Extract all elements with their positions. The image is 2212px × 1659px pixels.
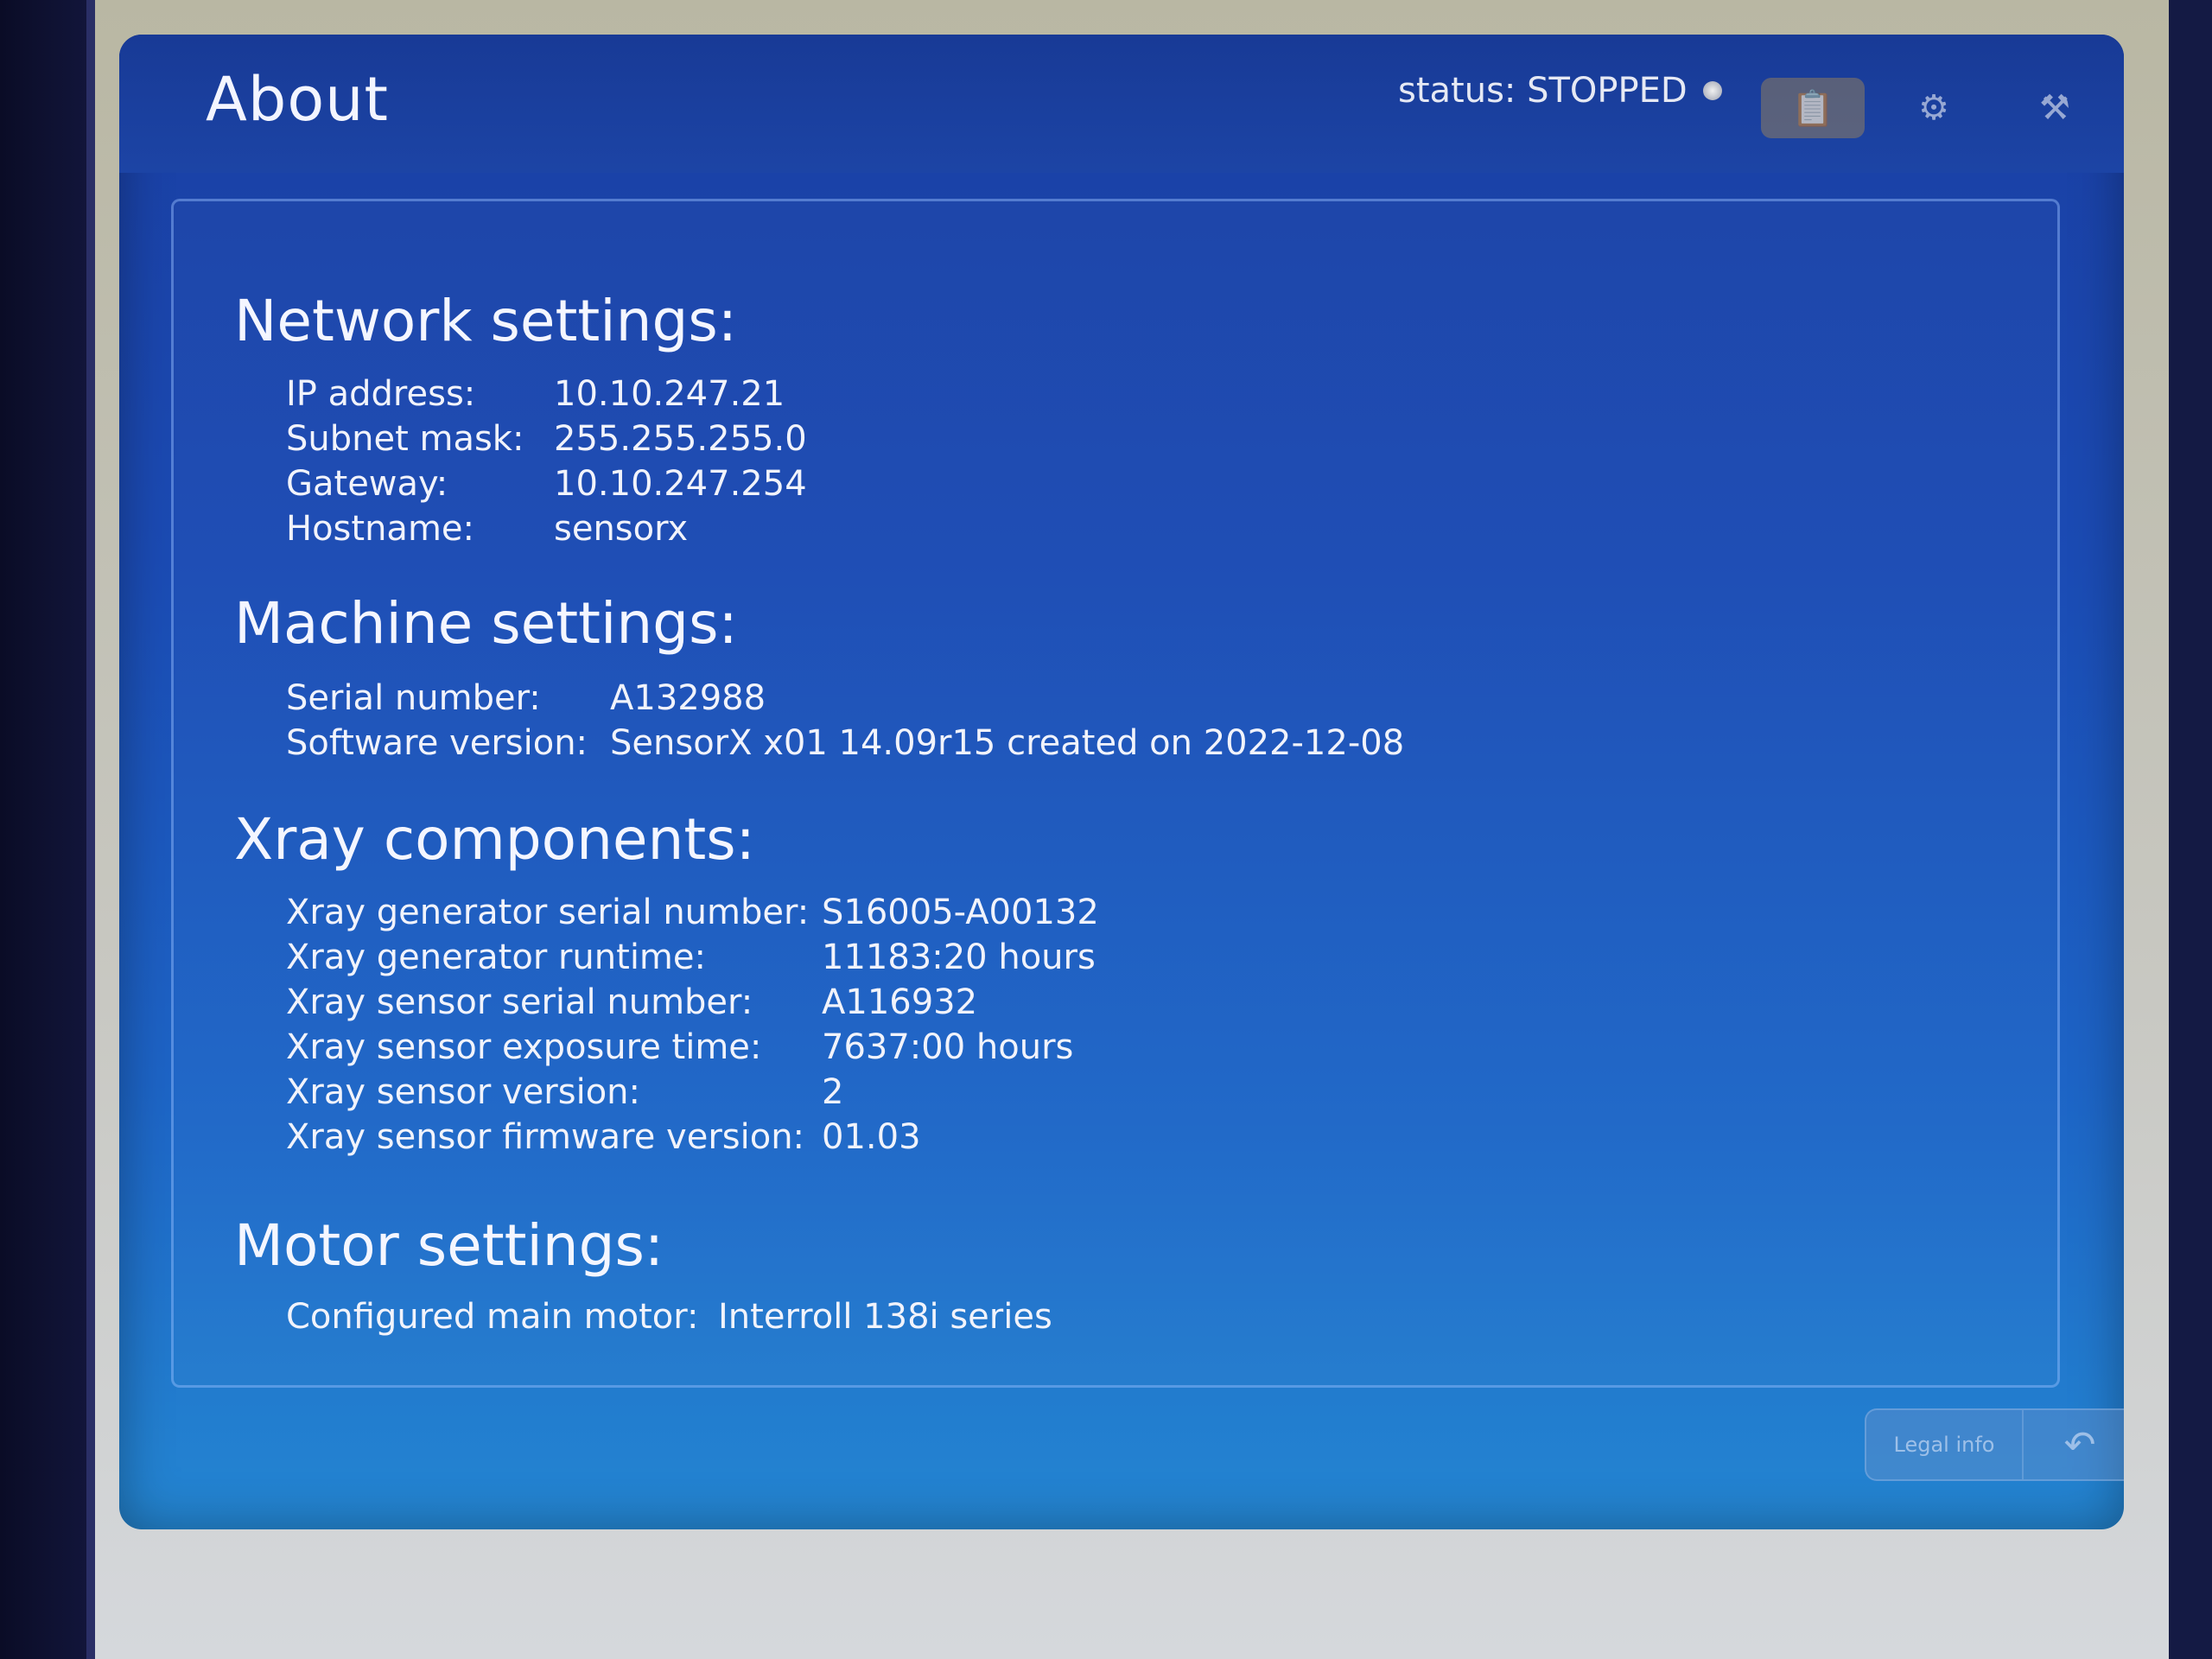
network-label: Gateway: (286, 464, 448, 504)
network-row: Subnet mask: 255.255.255.0 (286, 419, 807, 459)
clipboard-icon[interactable]: 📋 (1761, 78, 1865, 138)
xray-value: A116932 (822, 982, 978, 1022)
network-label: Subnet mask: (286, 419, 524, 459)
network-row: Gateway: 10.10.247.254 (286, 464, 807, 504)
machine-row: Serial number: A132988 (286, 678, 766, 718)
gear-icon[interactable]: ⚙ (1882, 78, 1986, 138)
legal-info-button[interactable]: Legal info (1866, 1410, 2024, 1479)
network-row: Hostname: sensorx (286, 509, 688, 549)
xray-row: Xray generator serial number: S16005-A00… (286, 893, 1099, 932)
motor-settings-title: Motor settings: (234, 1212, 664, 1279)
motor-row: Configured main motor: Interroll 138i se… (286, 1297, 1052, 1337)
network-value: 10.10.247.254 (554, 464, 807, 504)
network-value: 255.255.255.0 (554, 419, 807, 459)
status-indicator: status: STOPPED (1398, 71, 1722, 111)
xray-row: Xray generator runtime: 11183:20 hours (286, 938, 1096, 977)
motor-label: Configured main motor: (286, 1297, 699, 1337)
xray-value: 11183:20 hours (822, 938, 1096, 977)
network-label: IP address: (286, 374, 476, 414)
network-value: 10.10.247.21 (554, 374, 785, 414)
xray-value: 2 (822, 1072, 844, 1112)
xray-label: Xray sensor version: (286, 1072, 640, 1112)
machine-settings-title: Machine settings: (234, 590, 738, 657)
xray-row: Xray sensor version: 2 (286, 1072, 843, 1112)
page-title: About (206, 64, 389, 135)
xray-row: Xray sensor serial number: A116932 (286, 982, 977, 1022)
status-text: status: STOPPED (1398, 71, 1688, 111)
xray-label: Xray generator runtime: (286, 938, 706, 977)
screen: About status: STOPPED 📋 ⚙ ⚒ Network sett… (119, 35, 2124, 1529)
back-arrow-icon[interactable]: ↶ (2024, 1410, 2124, 1479)
network-row: IP address: 10.10.247.21 (286, 374, 785, 414)
xray-label: Xray sensor serial number: (286, 982, 753, 1022)
machine-label: Software version: (286, 723, 588, 763)
about-content-panel: Network settings: IP address: 10.10.247.… (171, 199, 2060, 1388)
network-label: Hostname: (286, 509, 474, 549)
machine-label: Serial number: (286, 678, 541, 718)
motor-value: Interroll 138i series (718, 1297, 1052, 1337)
machine-value: A132988 (610, 678, 766, 718)
footer-buttons: Legal info ↶ (1865, 1408, 2124, 1481)
network-settings-title: Network settings: (234, 288, 737, 354)
xray-value: 01.03 (822, 1117, 921, 1157)
tools-icon[interactable]: ⚒ (2003, 78, 2107, 138)
network-value: sensorx (554, 509, 689, 549)
top-bar: About status: STOPPED 📋 ⚙ ⚒ (119, 35, 2124, 173)
xray-row: Xray sensor exposure time: 7637:00 hours (286, 1027, 1073, 1067)
machine-value: SensorX x01 14.09r15 created on 2022-12-… (610, 723, 1405, 763)
machine-row: Software version: SensorX x01 14.09r15 c… (286, 723, 1404, 763)
xray-value: 7637:00 hours (822, 1027, 1074, 1067)
xray-row: Xray sensor firmware version: 01.03 (286, 1117, 921, 1157)
xray-label: Xray sensor exposure time: (286, 1027, 762, 1067)
xray-components-title: Xray components: (234, 806, 755, 873)
xray-label: Xray sensor firmware version: (286, 1117, 805, 1157)
xray-value: S16005-A00132 (822, 893, 1099, 932)
status-dot-icon (1702, 81, 1722, 100)
xray-label: Xray generator serial number: (286, 893, 810, 932)
